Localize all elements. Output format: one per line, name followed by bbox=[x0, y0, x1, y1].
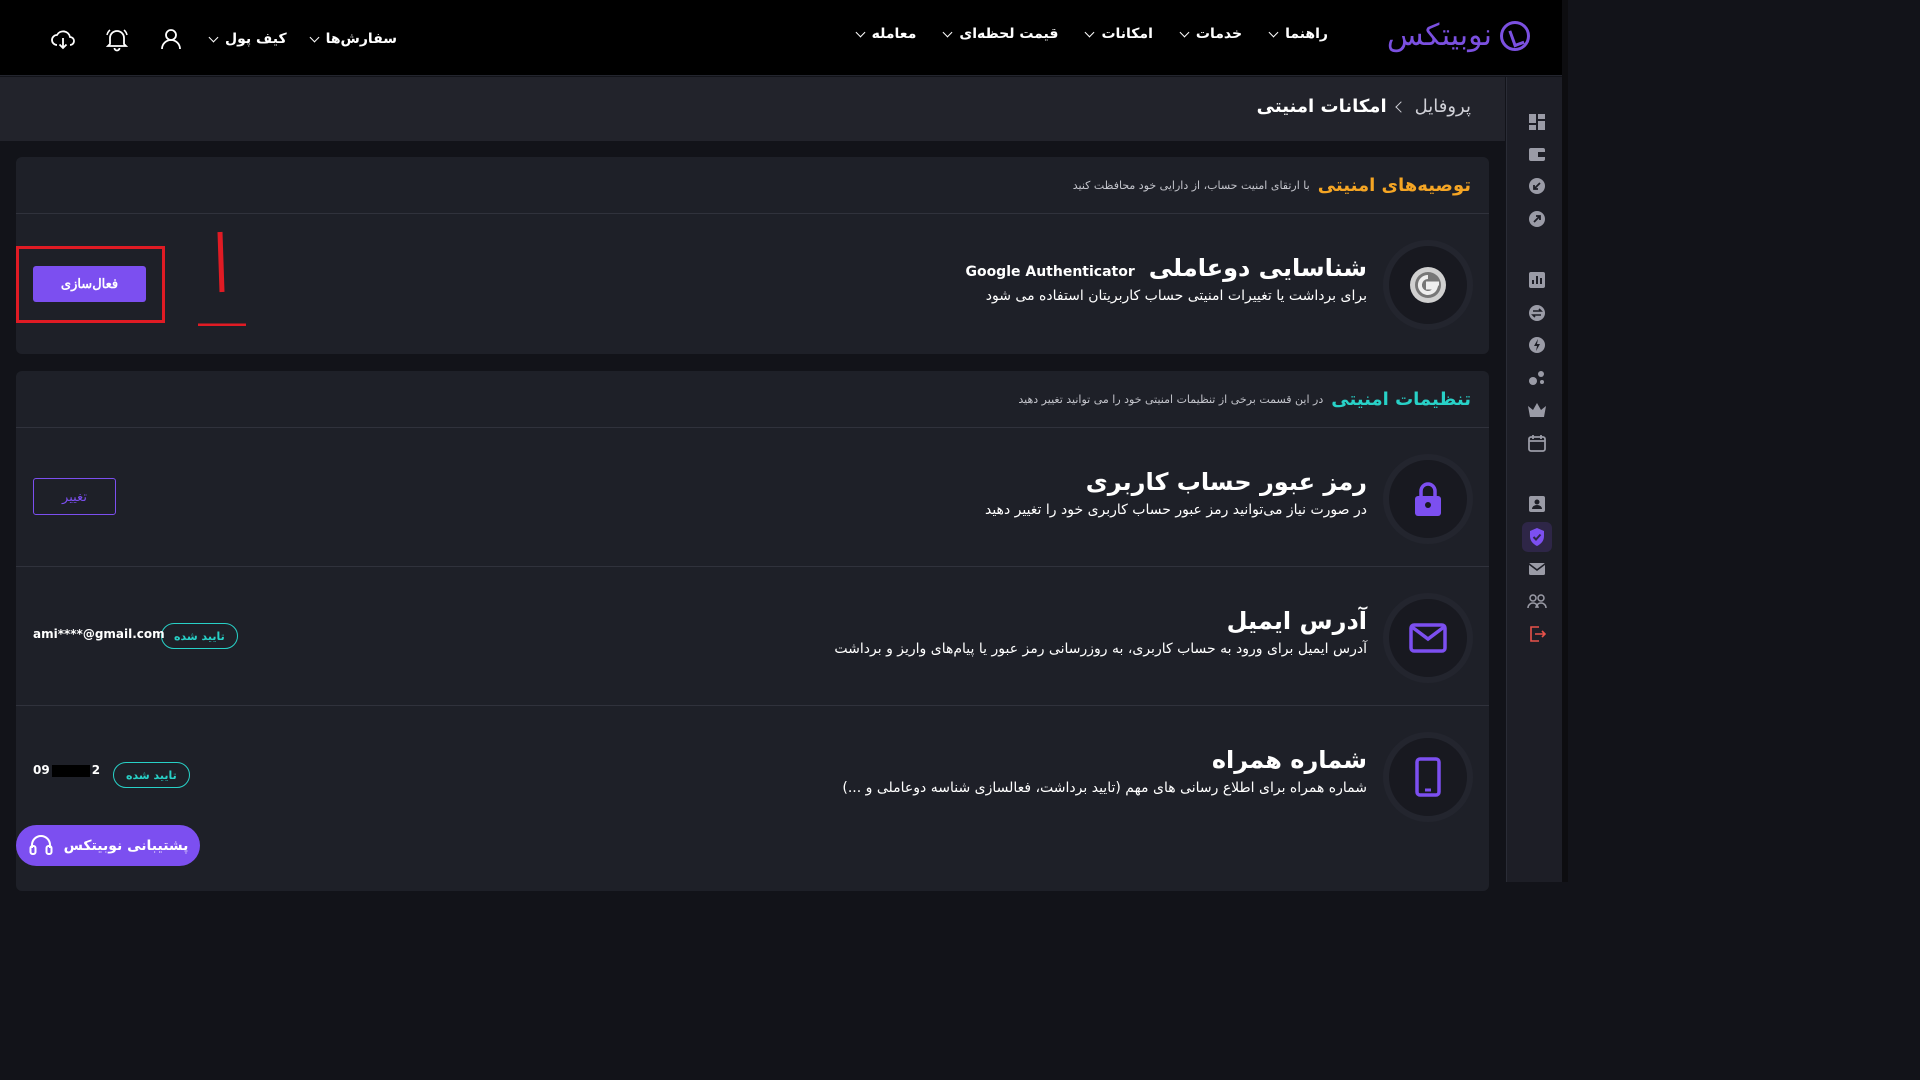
card-subtitle: با ارتقای امنیت حساب، از دارایی خود محاف… bbox=[1072, 178, 1310, 192]
nav-label: راهنما bbox=[1285, 26, 1328, 42]
password-row: رمز عبور حساب کاربری در صورت نیاز می‌توا… bbox=[16, 428, 1489, 567]
notification-bell-icon[interactable] bbox=[102, 24, 132, 54]
logout-icon[interactable] bbox=[1526, 623, 1548, 645]
envelope-icon bbox=[1383, 593, 1473, 683]
chevron-down-icon bbox=[1179, 27, 1190, 37]
breadcrumb-profile-link[interactable]: پروفایل bbox=[1415, 96, 1471, 117]
page-header: پروفایل امکانات امنیتی bbox=[0, 77, 1505, 141]
support-chat-button[interactable]: پشتیبانی نوبیتکس bbox=[16, 825, 200, 866]
two-factor-title-text: شناسایی دوعاملی bbox=[1148, 254, 1367, 282]
email-desc: آدرس ایمیل برای ورود به حساب کاربری، به … bbox=[834, 641, 1367, 657]
phone-desc: شماره همراه برای اطلاع رسانی های مهم (تا… bbox=[842, 780, 1367, 796]
chevron-down-icon bbox=[309, 32, 320, 42]
deposit-icon[interactable] bbox=[1526, 175, 1548, 197]
activate-2fa-button[interactable]: فعال‌سازی bbox=[33, 266, 146, 302]
phone-row: شماره همراه شماره همراه برای اطلاع رسانی… bbox=[16, 706, 1489, 845]
card-header: توصیه‌های امنیتی با ارتقای امنیت حساب، ا… bbox=[16, 157, 1489, 214]
password-texts: رمز عبور حساب کاربری در صورت نیاز می‌توا… bbox=[985, 468, 1367, 518]
two-factor-texts: شناسایی دوعاملی Google Authenticator برا… bbox=[965, 254, 1367, 304]
card-title: تنظیمات امنیتی bbox=[1331, 388, 1471, 410]
authenticator-tag: Google Authenticator bbox=[965, 264, 1135, 280]
logo-icon bbox=[1500, 20, 1530, 51]
calendar-icon[interactable] bbox=[1526, 432, 1548, 454]
orders-label: سفارش‌ها bbox=[325, 31, 398, 47]
referral-icon[interactable] bbox=[1526, 367, 1548, 389]
users-icon[interactable] bbox=[1526, 591, 1548, 613]
chevron-down-icon bbox=[1268, 27, 1279, 37]
email-texts: آدرس ایمیل آدرس ایمیل برای ورود به حساب … bbox=[834, 607, 1367, 657]
nav-item-prices[interactable]: قیمت لحظه‌ای bbox=[942, 26, 1059, 42]
nav-label: امکانات bbox=[1101, 26, 1153, 42]
redaction-block bbox=[51, 764, 90, 777]
page-title: امکانات امنیتی bbox=[1256, 96, 1387, 117]
email-value: ami****@gmail.com bbox=[33, 627, 165, 641]
orders-menu[interactable]: سفارش‌ها bbox=[309, 31, 398, 47]
security-recommendations-card: توصیه‌های امنیتی با ارتقای امنیت حساب، ا… bbox=[16, 157, 1489, 354]
withdraw-icon[interactable] bbox=[1526, 208, 1548, 230]
two-factor-title: شناسایی دوعاملی Google Authenticator bbox=[965, 254, 1367, 282]
security-settings-card: تنظیمات امنیتی در این قسمت برخی از تنظیم… bbox=[16, 371, 1489, 891]
nav-label: معامله bbox=[871, 26, 917, 42]
two-factor-desc: برای برداشت یا تغییرات امنیتی حساب کاربر… bbox=[985, 288, 1367, 304]
email-verified-badge: تایید شده bbox=[161, 623, 238, 649]
password-title: رمز عبور حساب کاربری bbox=[1085, 468, 1367, 496]
phone-value: 09 2 bbox=[33, 763, 100, 777]
header-tools: کیف پول سفارش‌ها bbox=[48, 24, 397, 54]
change-password-button[interactable]: تغییر bbox=[33, 478, 116, 515]
card-title: توصیه‌های امنیتی bbox=[1317, 174, 1471, 196]
mobile-phone-icon bbox=[1383, 732, 1473, 822]
nav-item-features[interactable]: امکانات bbox=[1084, 26, 1153, 42]
phone-verified-badge: تایید شده bbox=[113, 762, 190, 788]
page-scrollbar[interactable] bbox=[1562, 0, 1568, 882]
headset-icon bbox=[29, 834, 53, 855]
nav-item-trade[interactable]: معامله bbox=[855, 26, 917, 42]
main-nav: معامله قیمت لحظه‌ای امکانات خدمات راهنما bbox=[855, 26, 1328, 42]
two-factor-row: شناسایی دوعاملی Google Authenticator برا… bbox=[16, 214, 1489, 354]
dashboard-icon[interactable] bbox=[1526, 111, 1548, 133]
annotation-number-one bbox=[198, 231, 246, 326]
email-title: آدرس ایمیل bbox=[1226, 607, 1367, 635]
support-label: پشتیبانی نوبیتکس bbox=[63, 837, 189, 854]
phone-value-start: 09 bbox=[33, 763, 50, 777]
phone-value-end: 2 bbox=[91, 763, 101, 777]
email-row: آدرس ایمیل آدرس ایمیل برای ورود به حساب … bbox=[16, 567, 1489, 706]
chevron-left-icon bbox=[1394, 100, 1407, 113]
right-sidebar bbox=[1506, 77, 1568, 882]
nav-label: قیمت لحظه‌ای bbox=[959, 26, 1059, 42]
crown-icon[interactable] bbox=[1526, 399, 1548, 421]
phone-title: شماره همراه bbox=[1211, 746, 1367, 774]
nav-label: خدمات bbox=[1195, 26, 1243, 42]
google-authenticator-icon bbox=[1383, 240, 1473, 330]
brand-name: نوبیتکس bbox=[1386, 18, 1492, 53]
nav-item-services[interactable]: خدمات bbox=[1179, 26, 1243, 42]
chevron-down-icon bbox=[1084, 27, 1095, 37]
nav-item-help[interactable]: راهنما bbox=[1268, 26, 1328, 42]
wallet-menu[interactable]: کیف پول bbox=[208, 31, 287, 47]
card-header: تنظیمات امنیتی در این قسمت برخی از تنظیم… bbox=[16, 371, 1489, 428]
mail-icon[interactable] bbox=[1526, 558, 1548, 580]
security-shield-icon[interactable] bbox=[1522, 522, 1552, 552]
card-subtitle: در این قسمت برخی از تنظیمات امنیتی خود ر… bbox=[1018, 392, 1324, 406]
download-app-icon[interactable] bbox=[48, 24, 78, 54]
main-content: توصیه‌های امنیتی با ارتقای امنیت حساب، ا… bbox=[0, 141, 1505, 891]
chevron-down-icon bbox=[942, 27, 953, 37]
user-profile-icon[interactable] bbox=[156, 24, 186, 54]
chevron-down-icon bbox=[855, 27, 866, 37]
wallet-label: کیف پول bbox=[225, 31, 287, 47]
password-desc: در صورت نیاز می‌توانید رمز عبور حساب کار… bbox=[984, 502, 1367, 518]
top-navbar: نوبیتکس معامله قیمت لحظه‌ای امکانات خدما… bbox=[0, 0, 1568, 76]
chevron-down-icon bbox=[208, 32, 219, 42]
breadcrumb: پروفایل امکانات امنیتی bbox=[1257, 96, 1471, 117]
id-card-icon[interactable] bbox=[1526, 493, 1548, 515]
exchange-icon[interactable] bbox=[1526, 302, 1548, 324]
wallet-icon[interactable] bbox=[1526, 143, 1548, 165]
lightning-icon[interactable] bbox=[1526, 334, 1548, 356]
lock-icon bbox=[1383, 454, 1473, 544]
phone-texts: شماره همراه شماره همراه برای اطلاع رسانی… bbox=[842, 746, 1367, 796]
chart-icon[interactable] bbox=[1526, 269, 1548, 291]
brand-logo[interactable]: نوبیتکس bbox=[1387, 18, 1530, 53]
